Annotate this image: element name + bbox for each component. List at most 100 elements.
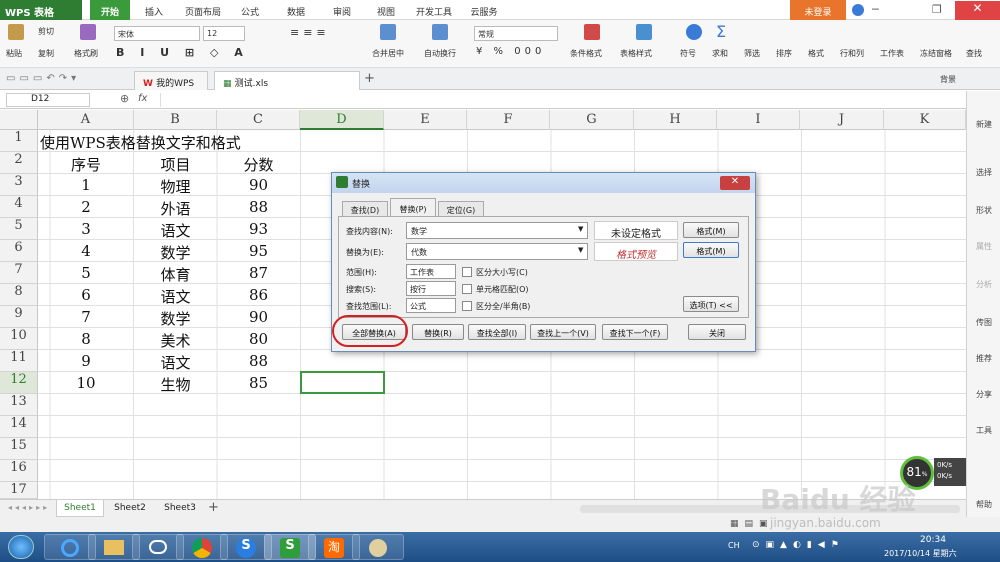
quick-access-icons[interactable]: ▭▭▭↶↷▾ (6, 73, 80, 84)
data-cell[interactable]: 9 (38, 352, 134, 370)
tray-icons[interactable]: ⊙▣▲◐▮◀⚑ (752, 540, 845, 550)
data-cell[interactable]: 外语 (134, 198, 217, 219)
font-style-buttons[interactable]: B I U ⊞ ◇ A (116, 46, 249, 59)
row-header[interactable]: 3 (0, 174, 38, 196)
active-cell[interactable] (300, 371, 385, 394)
symbol-button[interactable]: 符号 (680, 48, 696, 59)
menu-tab-cloud[interactable]: 云服务 (464, 0, 504, 20)
data-cell[interactable]: 80 (217, 330, 300, 348)
rowcol-button[interactable]: 行和列 (840, 48, 864, 59)
row-header[interactable]: 13 (0, 394, 38, 416)
find-all-button[interactable]: 查找全部(I) (468, 324, 526, 340)
background-button[interactable]: 背景 (940, 74, 956, 85)
name-box[interactable]: D12 (6, 93, 90, 107)
menu-tab-home[interactable]: 开始 (90, 0, 130, 20)
number-format-select[interactable]: 常规 (474, 26, 558, 41)
input-language[interactable]: CH (728, 541, 740, 550)
sort-button[interactable]: 排序 (776, 48, 792, 59)
view-mode-icons[interactable]: ▦▤▣ (730, 519, 774, 529)
row-header[interactable]: 16 (0, 460, 38, 482)
data-cell[interactable]: 88 (217, 198, 300, 216)
menu-tab-review[interactable]: 审阅 (326, 0, 358, 20)
col-header-g[interactable]: G (550, 110, 634, 130)
data-cell[interactable]: 数学 (134, 308, 217, 329)
find-dropdown-icon[interactable]: ▼ (578, 225, 583, 233)
whole-cell-checkbox[interactable] (462, 284, 472, 294)
data-cell[interactable]: 86 (217, 286, 300, 304)
table-style-icon[interactable] (636, 24, 652, 43)
data-cell[interactable]: 6 (38, 286, 134, 304)
menu-tab-formula[interactable]: 公式 (234, 0, 266, 20)
row-header[interactable]: 10 (0, 328, 38, 350)
row-header[interactable]: 1 (0, 130, 38, 152)
lookin-select[interactable]: 公式 (406, 298, 456, 313)
tab-goto[interactable]: 定位(G) (438, 201, 484, 216)
data-cell[interactable]: 语文 (134, 220, 217, 241)
replace-format-button[interactable]: 格式(M) (683, 242, 739, 258)
formula-input[interactable] (160, 93, 960, 107)
col-header-j[interactable]: J (800, 110, 884, 130)
sheet-tab-2[interactable]: Sheet2 (106, 500, 154, 517)
col-header-d[interactable]: D (300, 110, 384, 130)
search-select[interactable]: 按行 (406, 281, 456, 296)
find-format-button[interactable]: 格式(M) (683, 222, 739, 238)
sheet-tab-3[interactable]: Sheet3 (156, 500, 204, 517)
width-checkbox[interactable] (462, 301, 472, 311)
data-cell[interactable]: 93 (217, 220, 300, 238)
data-cell[interactable]: 7 (38, 308, 134, 326)
tab-test-xls[interactable]: ▦ 测试.xls (214, 71, 360, 90)
data-cell[interactable]: 88 (217, 352, 300, 370)
replace-dropdown-icon[interactable]: ▼ (578, 246, 583, 254)
table-style-button[interactable]: 表格样式 (620, 48, 652, 59)
row-header[interactable]: 14 (0, 416, 38, 438)
paste-icon[interactable] (8, 24, 24, 43)
start-button-icon[interactable] (8, 535, 34, 559)
header-cell[interactable]: 序号 (38, 154, 134, 175)
align-buttons[interactable]: ≡≡≡ (290, 26, 330, 39)
row-header[interactable]: 15 (0, 438, 38, 460)
cond-format-icon[interactable] (584, 24, 600, 43)
symbol-icon[interactable] (686, 24, 702, 43)
format-painter-button[interactable]: 格式刷 (74, 48, 98, 59)
range-select[interactable]: 工作表 (406, 264, 456, 279)
merge-icon[interactable] (380, 24, 396, 43)
col-header-a[interactable]: A (38, 110, 134, 130)
cond-format-button[interactable]: 条件格式 (570, 48, 602, 59)
data-cell[interactable]: 语文 (134, 352, 217, 373)
options-button[interactable]: 选项(T) << (683, 296, 739, 312)
wrap-icon[interactable] (432, 24, 448, 43)
close-window-icon[interactable]: ✕ (955, 1, 1000, 20)
wrap-button[interactable]: 自动换行 (424, 48, 456, 59)
dialog-close-icon[interactable]: ✕ (720, 176, 750, 190)
row-header[interactable]: 2 (0, 152, 38, 174)
panel-recommend[interactable]: 推荐 (967, 353, 1000, 364)
col-header-h[interactable]: H (634, 110, 717, 130)
data-cell[interactable]: 95 (217, 242, 300, 260)
row-header[interactable]: 4 (0, 196, 38, 218)
panel-help[interactable]: 帮助 (967, 499, 1000, 510)
find-button[interactable]: 查找 (966, 48, 982, 59)
data-cell[interactable]: 2 (38, 198, 134, 216)
sheet-tab-1[interactable]: Sheet1 (56, 500, 104, 517)
filter-button[interactable]: 筛选 (744, 48, 760, 59)
merge-button[interactable]: 合并居中 (372, 48, 404, 59)
row-header[interactable]: 7 (0, 262, 38, 284)
data-cell[interactable]: 生物 (134, 374, 217, 395)
replace-input[interactable]: 代数 (406, 243, 588, 260)
header-cell[interactable]: 分数 (217, 154, 300, 175)
minimize-icon[interactable]: ─ (872, 3, 879, 16)
panel-select[interactable]: 选择 (967, 167, 1000, 178)
match-case-checkbox[interactable] (462, 267, 472, 277)
header-cell[interactable]: 项目 (134, 154, 217, 175)
row-header[interactable]: 12 (0, 372, 38, 394)
menu-tab-dev[interactable]: 开发工具 (412, 0, 456, 20)
data-cell[interactable]: 3 (38, 220, 134, 238)
cut-button[interactable]: 剪切 (38, 26, 54, 37)
panel-analysis[interactable]: 分析 (967, 279, 1000, 290)
menu-tab-layout[interactable]: 页面布局 (178, 0, 228, 20)
freeze-button[interactable]: 冻结窗格 (920, 48, 952, 59)
panel-property[interactable]: 属性 (967, 241, 1000, 252)
row-header[interactable]: 5 (0, 218, 38, 240)
data-cell[interactable]: 体育 (134, 264, 217, 285)
panel-new[interactable]: 新建 (967, 119, 1000, 130)
